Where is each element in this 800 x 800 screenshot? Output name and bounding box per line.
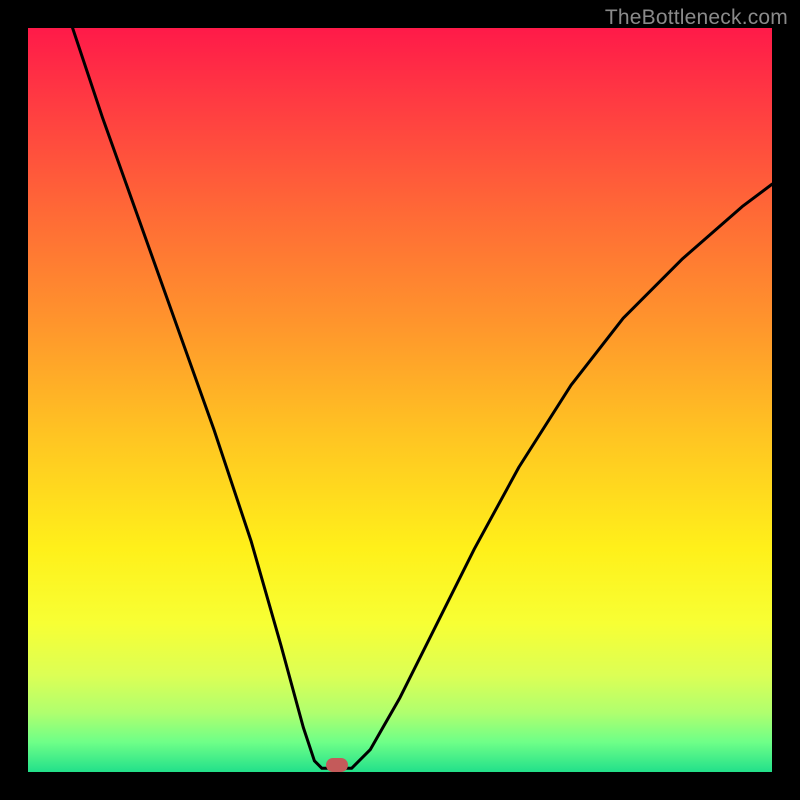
watermark-text: TheBottleneck.com [605, 6, 788, 30]
bottleneck-curve [28, 28, 772, 772]
optimal-marker [326, 758, 348, 772]
plot-area [28, 28, 772, 772]
chart-frame: TheBottleneck.com [0, 0, 800, 800]
